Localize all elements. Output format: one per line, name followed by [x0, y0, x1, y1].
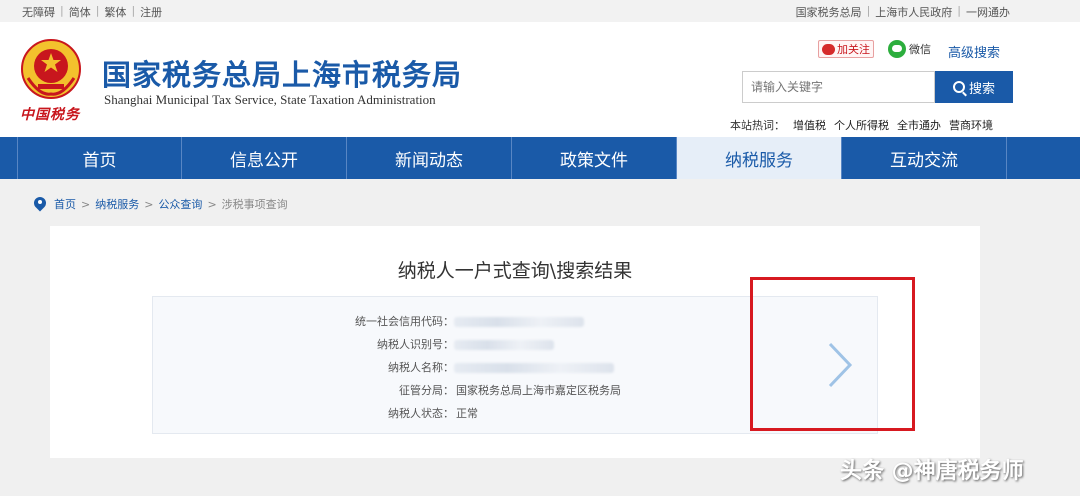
nav-tab-home[interactable]: 首页 — [17, 137, 182, 179]
accessibility-link[interactable]: 无障碍 — [22, 4, 55, 20]
location-pin-icon — [34, 197, 46, 211]
redacted-value — [454, 317, 584, 327]
register-link[interactable]: 注册 — [140, 4, 162, 20]
site-title[interactable]: 国家税务总局上海市税务局 — [102, 52, 462, 94]
field-label: 统一社会信用代码 — [355, 315, 443, 328]
breadcrumb-separator: > — [81, 197, 91, 211]
breadcrumb-separator: > — [144, 197, 154, 211]
search-input[interactable] — [742, 71, 935, 103]
nav-tab-info-disclosure[interactable]: 信息公开 — [182, 137, 347, 179]
site-header: 中国税务 国家税务总局上海市税务局 Shanghai Municipal Tax… — [0, 22, 1080, 137]
breadcrumb-separator: > — [207, 197, 217, 211]
hot-word[interactable]: 全市通办 — [897, 117, 941, 133]
nav-tab-news[interactable]: 新闻动态 — [347, 137, 512, 179]
highlight-annotation — [750, 277, 915, 431]
one-net-link[interactable]: 一网通办 — [966, 4, 1010, 20]
main-nav: 首页 信息公开 新闻动态 政策文件 纳税服务 互动交流 — [0, 137, 1080, 179]
field-row-taxpayer-id: 纳税人识别号 ： — [153, 336, 713, 356]
hot-word[interactable]: 个人所得税 — [834, 117, 889, 133]
follow-label: 加关注 — [837, 43, 870, 56]
sta-link[interactable]: 国家税务总局 — [796, 4, 862, 20]
breadcrumb-tax-service[interactable]: 纳税服务 — [95, 196, 139, 212]
field-label: 征管分局 — [399, 384, 443, 397]
colon: ： — [443, 384, 454, 397]
search-button-label: 搜索 — [968, 81, 995, 97]
field-row-tax-bureau: 征管分局 ： 国家税务总局上海市嘉定区税务局 — [153, 382, 713, 402]
wechat-link[interactable]: 微信 — [888, 40, 931, 58]
utility-links-right: 国家税务总局 | 上海市人民政府 | 一网通办 — [796, 4, 1010, 20]
weibo-icon — [822, 43, 835, 55]
breadcrumb-public-query[interactable]: 公众查询 — [158, 196, 202, 212]
breadcrumb-current: 涉税事项查询 — [221, 198, 288, 211]
colon: ： — [443, 361, 454, 374]
nav-tab-tax-service[interactable]: 纳税服务 — [677, 137, 842, 179]
field-row-taxpayer-status: 纳税人状态 ： 正常 — [153, 405, 713, 425]
divider: | — [866, 4, 871, 17]
tax-emblem-icon[interactable] — [20, 38, 82, 100]
field-value: 国家税务总局上海市嘉定区税务局 — [456, 384, 621, 397]
field-label: 纳税人识别号 — [377, 338, 443, 351]
simplified-chinese-link[interactable]: 简体 — [69, 4, 91, 20]
field-row-credit-code: 统一社会信用代码 ： — [153, 313, 713, 333]
search-button[interactable]: 搜索 — [935, 71, 1013, 103]
hot-word[interactable]: 增值税 — [793, 117, 826, 133]
site-subtitle: Shanghai Municipal Tax Service, State Ta… — [104, 92, 436, 107]
logo-text: 中国税务 — [20, 107, 80, 123]
breadcrumb: 首页 > 纳税服务 > 公众查询 > 涉税事项查询 — [34, 196, 288, 212]
divider: | — [60, 4, 64, 17]
hot-words: 本站热词： 增值税 个人所得税 全市通办 营商环境 — [730, 117, 1001, 133]
nav-tab-policy[interactable]: 政策文件 — [512, 137, 677, 179]
divider: | — [131, 4, 136, 17]
field-value: 正常 — [456, 407, 478, 420]
advanced-search-link[interactable]: 高级搜索 — [948, 42, 1000, 61]
divider: | — [957, 4, 961, 17]
nav-tab-interaction[interactable]: 互动交流 — [842, 137, 1007, 179]
traditional-chinese-link[interactable]: 繁体 — [104, 4, 126, 20]
colon: ： — [443, 407, 454, 420]
shanghai-gov-link[interactable]: 上海市人民政府 — [875, 4, 952, 20]
field-row-taxpayer-name: 纳税人名称 ： — [153, 359, 713, 379]
utility-links-left: 无障碍 | 简体 | 繁体 | 注册 — [22, 4, 162, 20]
watermark: 头条 @神唐税务师 — [840, 459, 1024, 484]
top-utility-bar: 无障碍 | 简体 | 繁体 | 注册 国家税务总局 | 上海市人民政府 | 一网… — [0, 0, 1080, 22]
hot-words-label: 本站热词： — [730, 119, 785, 132]
colon: ： — [443, 338, 454, 351]
breadcrumb-home[interactable]: 首页 — [54, 196, 76, 212]
colon: ： — [443, 315, 454, 328]
field-label: 纳税人名称 — [388, 361, 443, 374]
redacted-value — [454, 340, 554, 350]
search-icon — [952, 81, 965, 93]
field-label: 纳税人状态 — [388, 407, 443, 420]
wechat-label: 微信 — [909, 43, 931, 56]
hot-word[interactable]: 营商环境 — [949, 117, 993, 133]
redacted-value — [454, 363, 614, 373]
weibo-follow-button[interactable]: 加关注 — [818, 40, 874, 58]
divider: | — [95, 4, 100, 17]
wechat-icon — [888, 40, 906, 58]
